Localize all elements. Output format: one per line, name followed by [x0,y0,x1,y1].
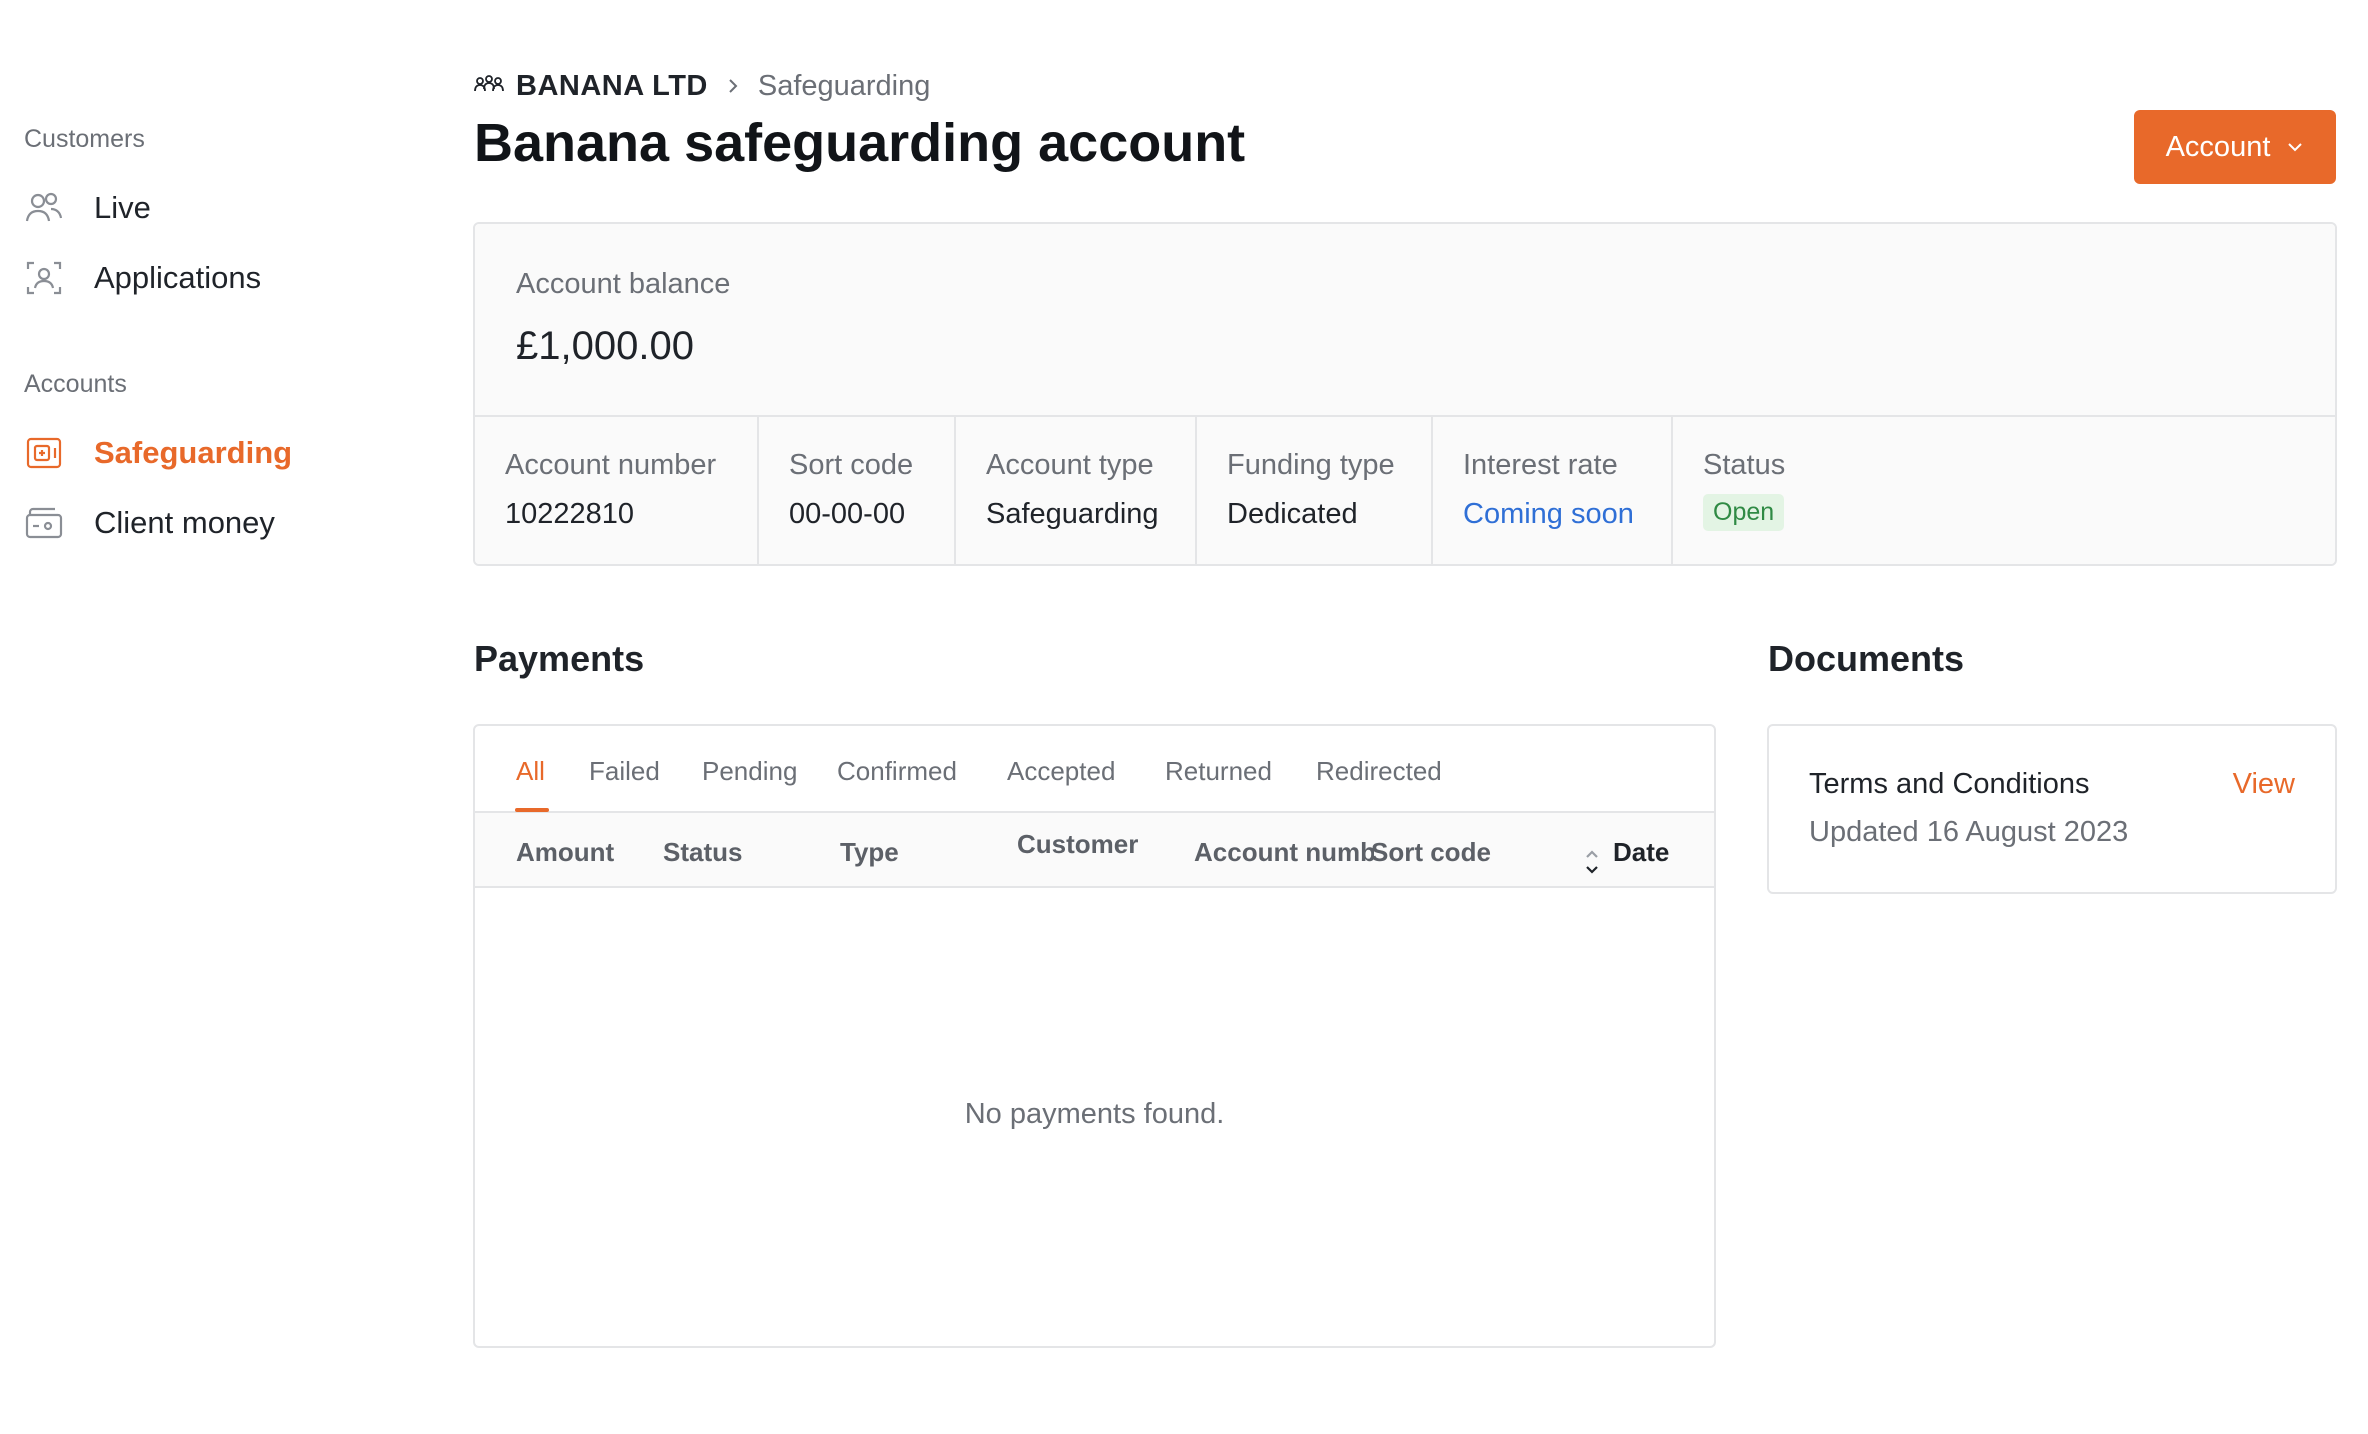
account-number-value: 10222810 [505,498,635,530]
tab-all[interactable]: All [516,756,545,787]
column-header-account-number[interactable]: Account number [1194,837,1374,868]
field-label: Account type [986,449,1154,481]
balance-label: Account balance [516,268,731,300]
documents-title: Documents [1768,638,1965,679]
status-cell: Status Open [1673,417,2335,564]
field-label: Account number [505,449,717,481]
view-document-link[interactable]: View [2233,768,2295,801]
account-type-value: Safeguarding [986,498,1159,530]
funding-type-cell: Funding type Dedicated [1197,417,1433,564]
field-label: Funding type [1227,449,1395,481]
column-header-date[interactable]: Date [1613,837,1669,868]
account-menu-button[interactable]: Account [2134,110,2336,184]
sidebar-item-label: Live [94,190,151,225]
balance-section: Account balance £1,000.00 [475,224,2335,417]
sidebar: Customers Live Applications Accounts Saf… [0,0,440,1434]
tab-redirected[interactable]: Redirected [1316,756,1442,787]
tab-accepted[interactable]: Accepted [1007,756,1115,787]
accounts-section-label: Accounts [24,370,127,398]
sort-code-cell: Sort code 00-00-00 [759,417,956,564]
sidebar-item-label: Client money [94,505,275,540]
users-icon [24,188,64,228]
column-header-type[interactable]: Type [840,837,899,868]
page-title: Banana safeguarding account [474,113,1246,173]
tab-returned[interactable]: Returned [1165,756,1272,787]
tab-confirmed[interactable]: Confirmed [837,756,957,787]
column-header-customer[interactable]: Customer [1017,829,1138,860]
column-header-amount[interactable]: Amount [516,837,614,868]
active-tab-indicator [515,808,549,812]
breadcrumb-current: Safeguarding [757,69,931,102]
interest-rate-link[interactable]: Coming soon [1463,498,1671,531]
interest-rate-cell: Interest rate Coming soon [1433,417,1673,564]
customers-section-label: Customers [24,125,145,153]
sort-icon[interactable] [1581,847,1603,882]
field-label: Sort code [789,449,914,481]
safe-icon [24,433,64,473]
account-button-label: Account [2165,130,2271,163]
payments-table-header: Amount Status Type Customer Account numb… [475,813,1714,888]
funding-type-value: Dedicated [1227,498,1358,530]
field-label: Status [1703,449,1786,481]
chevron-down-icon [2286,141,2304,153]
wallet-icon [24,503,64,543]
document-name: Terms and Conditions [1809,768,2090,800]
payments-title: Payments [474,638,645,679]
sidebar-item-client-money[interactable]: Client money [24,495,275,551]
organisation-icon [474,74,504,99]
account-type-cell: Account type Safeguarding [956,417,1197,564]
column-header-sort-code[interactable]: Sort code [1371,837,1491,868]
column-header-status[interactable]: Status [663,837,742,868]
sidebar-item-label: Safeguarding [94,435,293,470]
status-badge: Open [1703,494,1785,531]
payments-tabs: All Failed Pending Confirmed Accepted Re… [475,726,1714,813]
sidebar-item-safeguarding[interactable]: Safeguarding [24,425,292,481]
user-scan-icon [24,258,64,298]
document-updated-date: Updated 16 August 2023 [1809,816,2129,848]
sidebar-item-live[interactable]: Live [24,180,151,236]
tab-failed[interactable]: Failed [589,756,660,787]
account-number-cell: Account number 10222810 [475,417,759,564]
breadcrumb-organisation-link[interactable]: BANANA LTD [516,70,708,103]
chevron-right-icon [726,76,740,96]
sort-code-value: 00-00-00 [789,498,906,530]
sidebar-item-label: Applications [94,260,262,295]
sidebar-item-applications[interactable]: Applications [24,250,261,306]
account-summary-card: Account balance £1,000.00 Account number… [473,222,2337,566]
breadcrumb: BANANA LTD Safeguarding [474,64,930,108]
account-details-row: Account number 10222810 Sort code 00-00-… [475,417,2335,564]
field-label: Interest rate [1463,449,1618,481]
empty-state-message: No payments found. [964,1098,1225,1130]
balance-value: £1,000.00 [516,324,694,368]
payments-card: All Failed Pending Confirmed Accepted Re… [473,724,1716,1348]
document-item: Terms and Conditions Updated 16 August 2… [1767,724,2337,894]
tab-pending[interactable]: Pending [702,756,797,787]
